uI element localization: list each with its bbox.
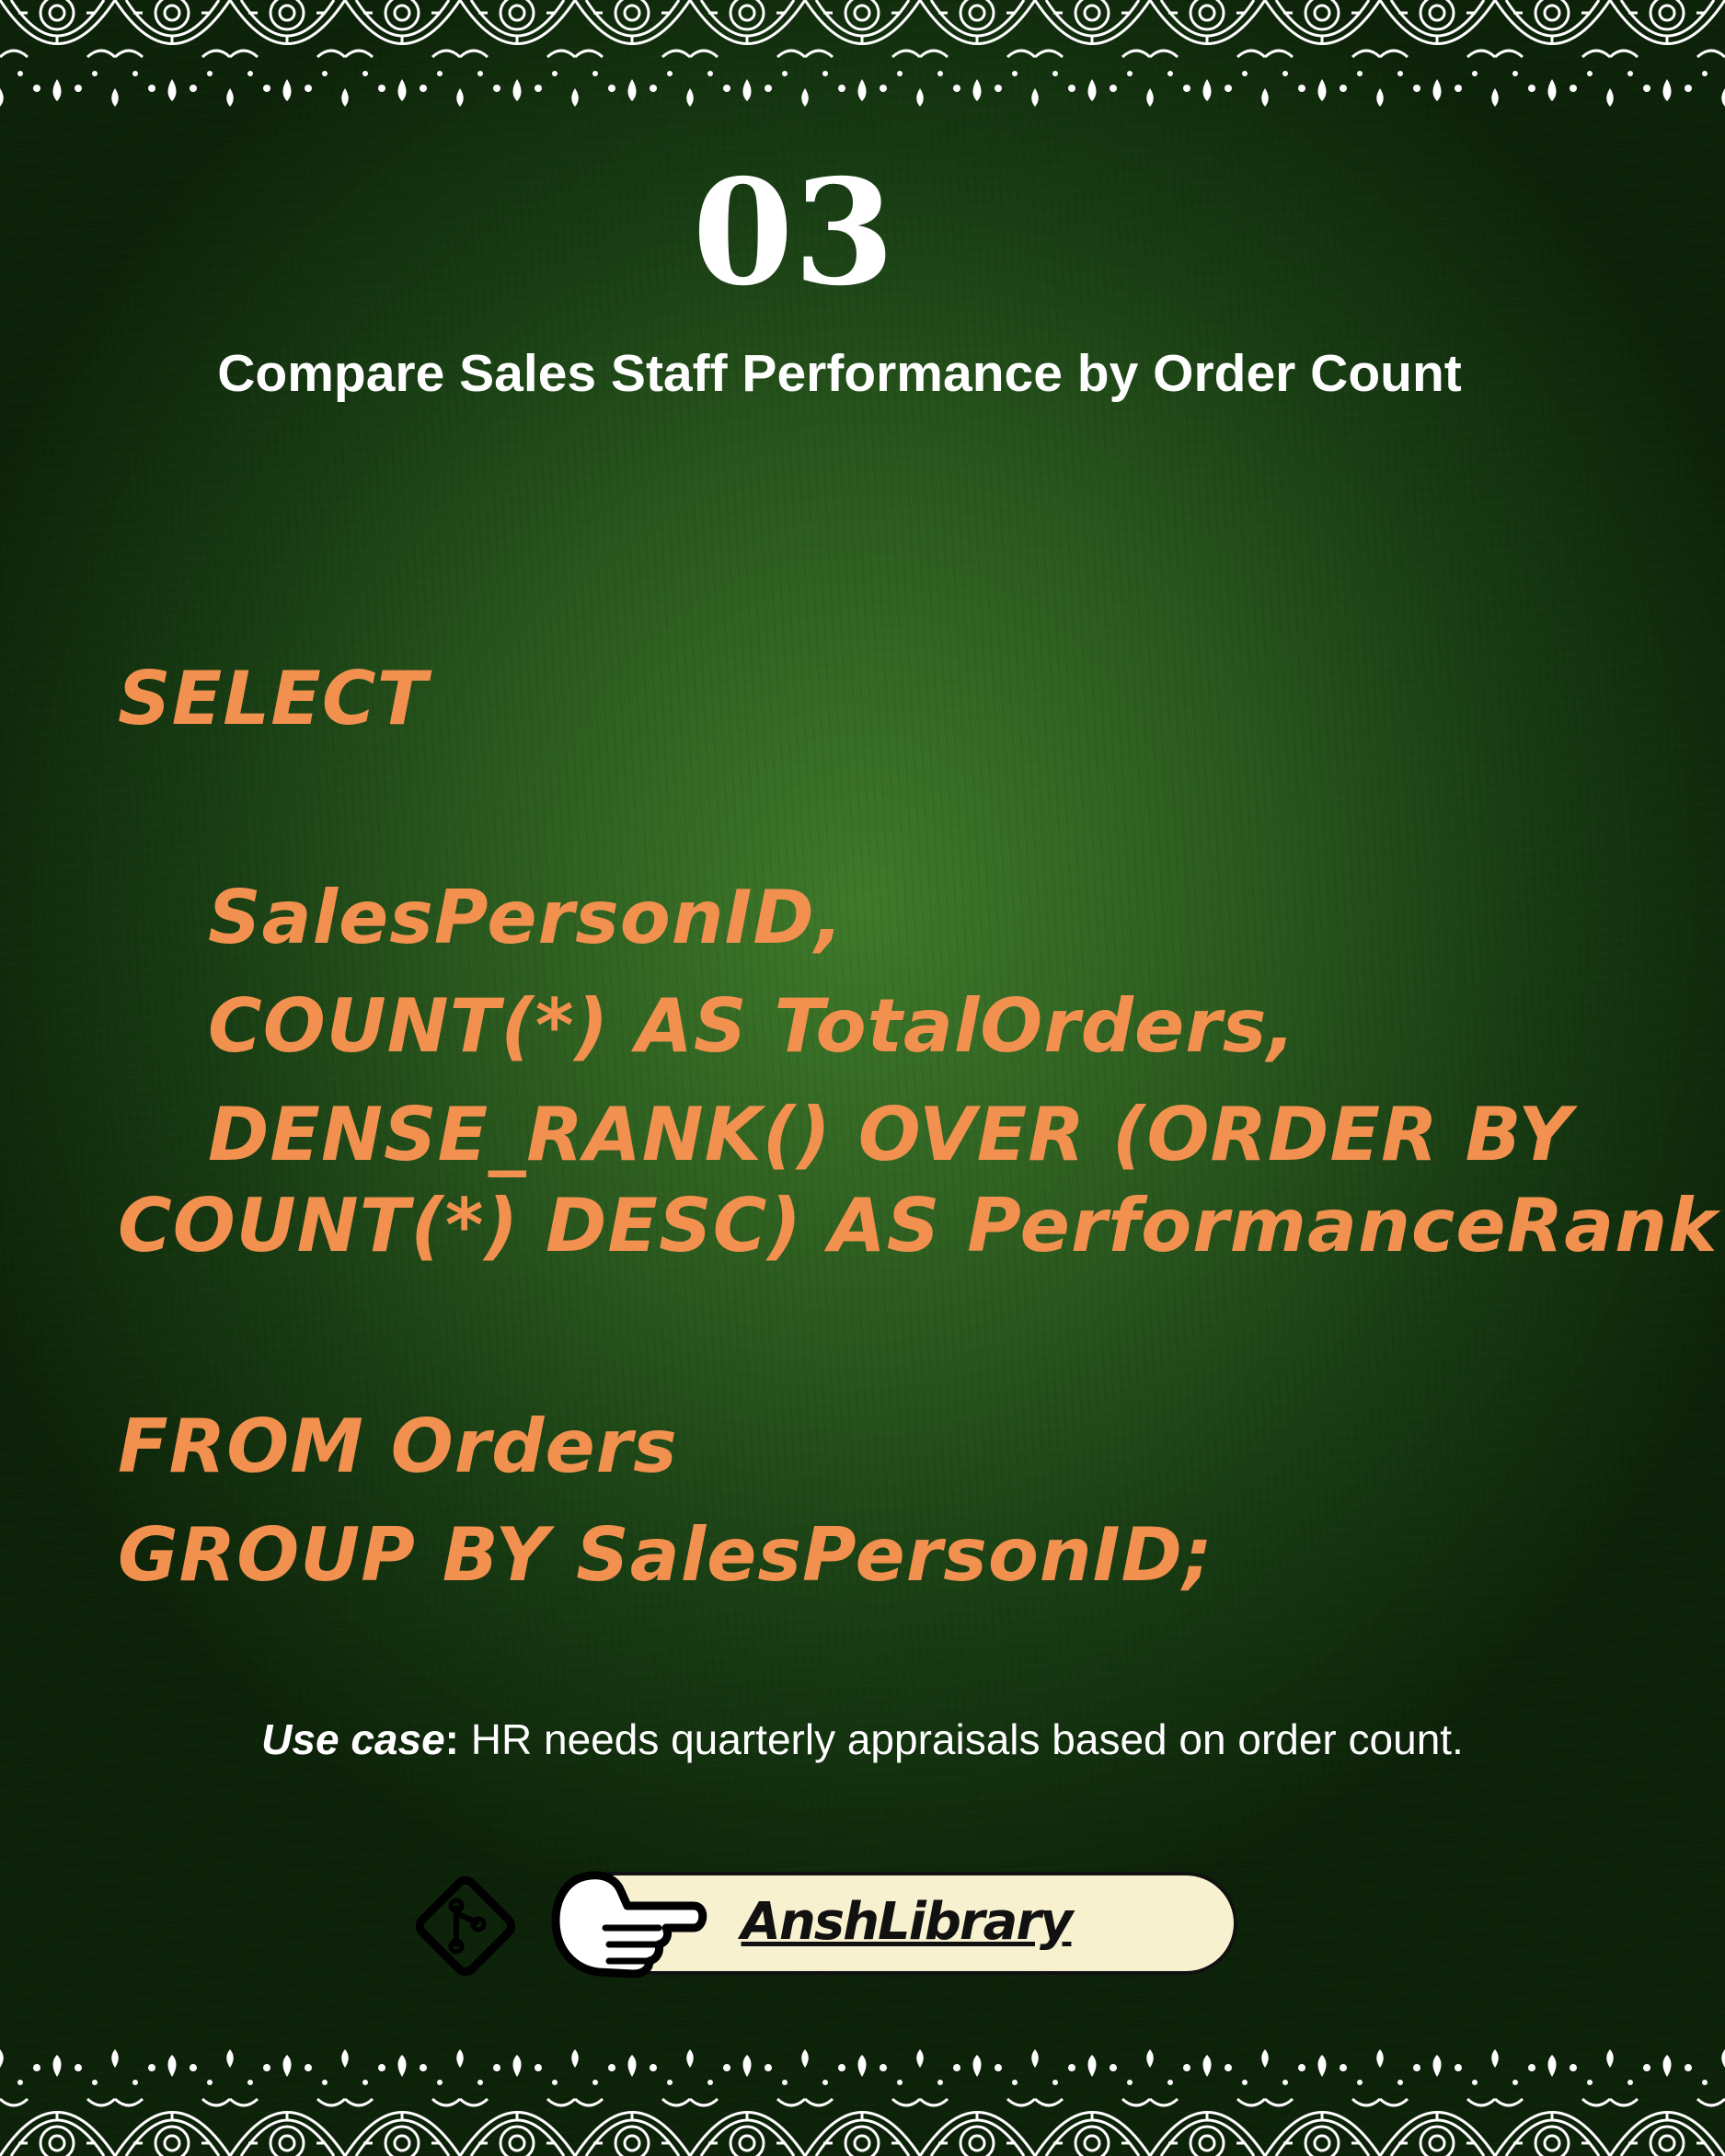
code-line-col1: SalesPersonID,: [208, 875, 845, 960]
ornamental-border-top: [0, 0, 1725, 115]
git-icon[interactable]: [407, 1867, 524, 1985]
brand-link[interactable]: AnshLibrary: [708, 1886, 1104, 1959]
page-title: Compare Sales Staff Performance by Order…: [217, 344, 1462, 403]
ornamental-border-bottom: [0, 2041, 1725, 2156]
pointing-hand-icon: [551, 1871, 707, 1978]
code-line-col3b: COUNT(*) DESC) AS PerformanceRank: [118, 1183, 1719, 1268]
code-line-from: FROM Orders: [118, 1404, 678, 1489]
code-line-select: SELECT: [118, 656, 429, 741]
use-case-text: HR needs quarterly appraisals based on o…: [458, 1715, 1464, 1763]
code-line-group: GROUP BY SalesPersonID;: [118, 1512, 1213, 1598]
code-line-col2: COUNT(*) AS TotalOrders,: [208, 983, 1296, 1069]
use-case: Use case: HR needs quarterly appraisals …: [0, 1714, 1725, 1764]
use-case-label: Use case: [261, 1715, 445, 1763]
code-line-col3a: DENSE_RANK() OVER (ORDER BY: [208, 1092, 1573, 1177]
slide-number: 03: [692, 148, 895, 318]
use-case-colon: :: [444, 1715, 459, 1763]
background-texture: [0, 0, 1725, 2156]
